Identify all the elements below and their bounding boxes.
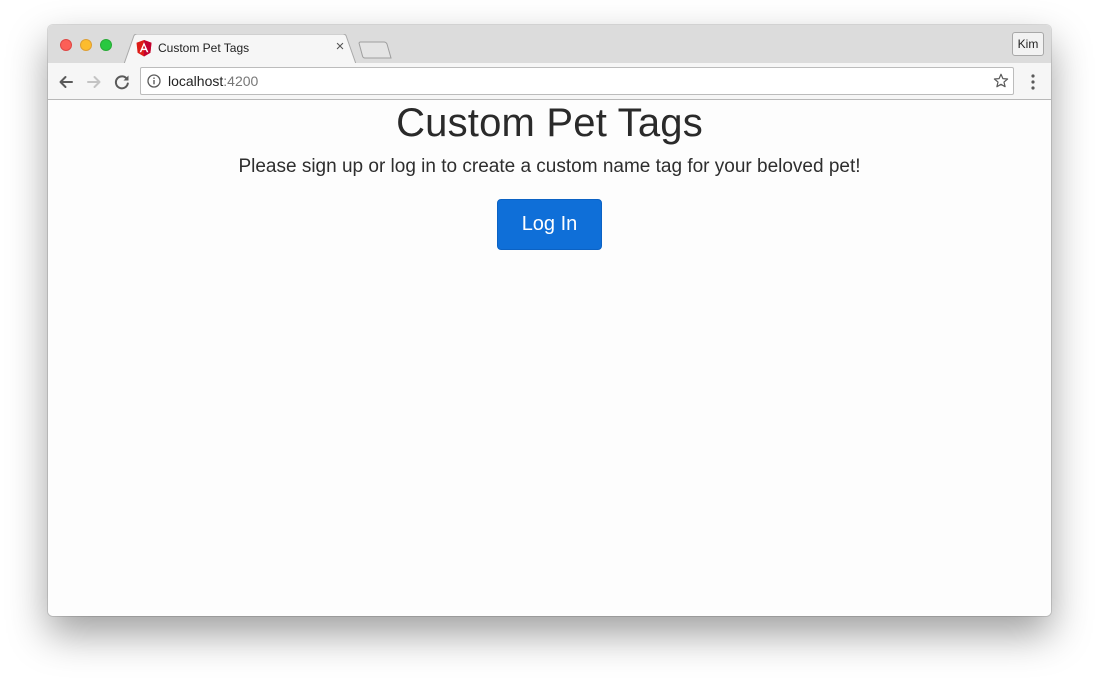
login-button[interactable]: Log In xyxy=(497,199,602,250)
profile-button[interactable]: Kim xyxy=(1012,32,1044,56)
browser-tab[interactable]: Custom Pet Tags × xyxy=(124,34,356,64)
info-icon[interactable] xyxy=(147,74,161,88)
close-window-button[interactable] xyxy=(60,39,72,51)
tab-strip: Custom Pet Tags × Kim xyxy=(48,25,1051,64)
minimize-window-button[interactable] xyxy=(80,39,92,51)
page-subtitle: Please sign up or log in to create a cus… xyxy=(238,156,861,177)
back-arrow-icon[interactable] xyxy=(56,72,76,92)
url-text: localhost:4200 xyxy=(168,73,258,89)
browser-window: Custom Pet Tags × Kim localhost:4200 Cus… xyxy=(48,25,1051,616)
address-bar[interactable]: localhost:4200 xyxy=(140,67,1014,95)
page-content: Custom Pet Tags Please sign up or log in… xyxy=(48,100,1051,616)
forward-arrow-icon[interactable] xyxy=(84,72,104,92)
vertical-dots-icon[interactable] xyxy=(1026,73,1040,91)
browser-toolbar: localhost:4200 xyxy=(48,63,1051,100)
page-title: Custom Pet Tags xyxy=(396,101,703,145)
star-icon[interactable] xyxy=(993,73,1009,89)
url-host: localhost xyxy=(168,73,224,89)
angular-icon xyxy=(136,40,152,57)
tab-close-icon[interactable]: × xyxy=(333,39,347,54)
tab-title: Custom Pet Tags xyxy=(158,41,250,55)
reload-icon[interactable] xyxy=(112,72,132,92)
new-tab-button[interactable] xyxy=(358,41,392,59)
url-port: :4200 xyxy=(223,73,259,89)
maximize-window-button[interactable] xyxy=(100,39,112,51)
